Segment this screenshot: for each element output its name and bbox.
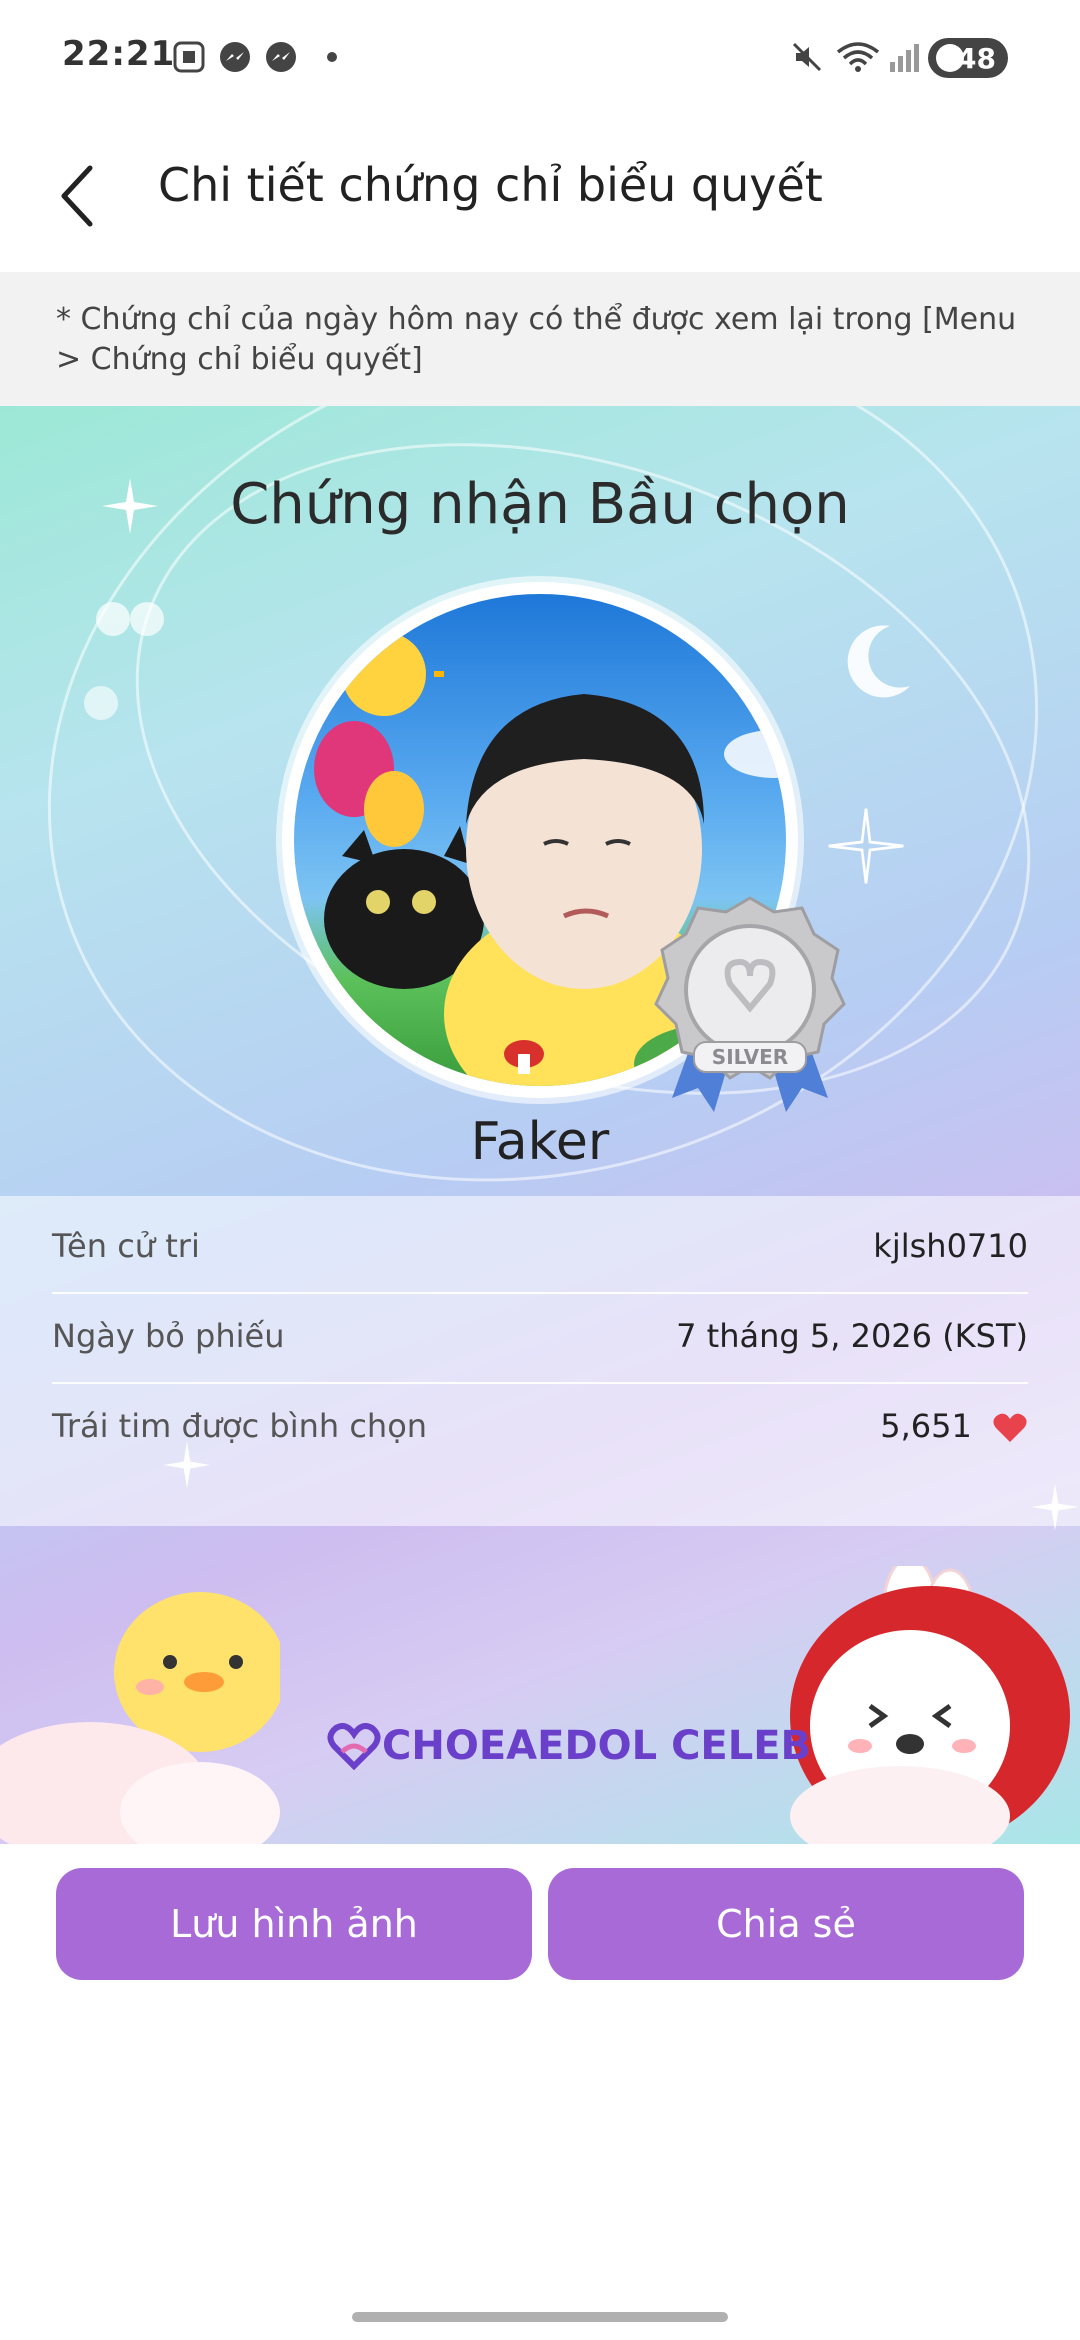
messenger-icon [220,42,250,72]
status-time: 22:21 [62,34,176,74]
certificate-title: Chứng nhận Bầu chọn [230,472,850,537]
chick-mascot-icon [0,1592,280,1844]
certificate-info: Tên cử tri kjlsh0710 Ngày bỏ phiếu 7 thá… [0,1196,1080,1526]
date-value: 7 tháng 5, 2026 (KST) [676,1317,1028,1355]
share-button[interactable]: Chia sẻ [548,1868,1024,1980]
date-label: Ngày bỏ phiếu [52,1317,285,1355]
battery-icon: 48 [928,38,1008,78]
home-indicator[interactable] [352,2312,728,2322]
wifi-icon [836,42,880,72]
sparkle-icon [828,808,904,884]
brand-name: CHOEAEDOL CELEB [382,1723,812,1769]
status-bar: 22:21 48 [0,0,1080,118]
moon-icon [847,625,910,698]
app-header: Chi tiết chứng chỉ biểu quyết [0,118,1080,270]
chevron-left-icon[interactable] [50,156,110,236]
bunny-mascot-icon [790,1566,1070,1844]
hearts-value-wrap: 5,651 [880,1407,1028,1445]
certificate-card: Chứng nhận Bầu chọn SILVER Faker Tên cử … [0,406,1080,1844]
page-title: Chi tiết chứng chỉ biểu quyết [158,158,823,212]
heart-icon [993,1413,1027,1442]
voter-value: kjlsh0710 [873,1227,1028,1265]
signal-icon [890,44,919,72]
dot-icon [327,52,337,62]
hearts-label: Trái tim được bình chọn [52,1407,428,1445]
heart-logo-icon [327,1723,381,1770]
celebrity-name: Faker [470,1112,610,1172]
voter-label: Tên cử tri [52,1227,200,1265]
info-row-date: Ngày bỏ phiếu 7 tháng 5, 2026 (KST) [52,1292,1028,1380]
hearts-value: 5,651 [880,1407,972,1445]
silver-badge-icon: SILVER [654,896,846,1112]
mute-icon [792,42,822,72]
info-row-voter: Tên cử tri kjlsh0710 [52,1202,1028,1290]
brand-logo: CHOEAEDOL CELEB [326,1722,811,1770]
badge-label: SILVER [712,1045,788,1069]
info-row-hearts: Trái tim được bình chọn 5,651 [52,1382,1028,1470]
save-image-button[interactable]: Lưu hình ảnh [56,1868,532,1980]
screenshot-icon [173,41,205,73]
messenger-icon [266,42,296,72]
notice-banner: * Chứng chỉ của ngày hôm nay có thể được… [0,272,1080,406]
action-bar: Lưu hình ảnh Chia sẻ [0,1844,1080,2004]
